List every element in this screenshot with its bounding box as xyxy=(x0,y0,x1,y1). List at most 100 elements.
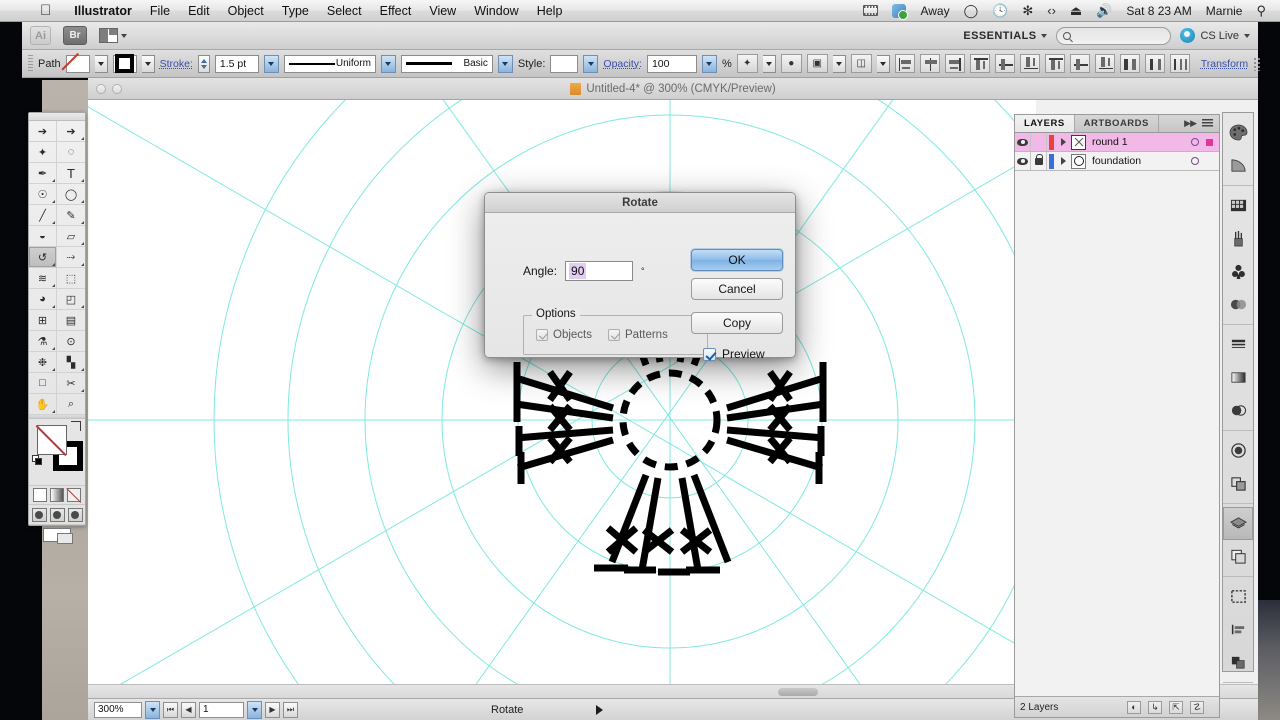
menu-item-object[interactable]: Object xyxy=(219,0,273,22)
stroke-color-swatch[interactable] xyxy=(112,54,137,73)
create-new-layer-icon[interactable]: ⇱ xyxy=(1169,700,1183,714)
opacity-input[interactable]: 100 xyxy=(646,54,697,73)
menu-item-illustrator[interactable]: Illustrator xyxy=(65,0,141,22)
type-tool[interactable]: T xyxy=(57,163,85,184)
preview-checkbox[interactable] xyxy=(703,347,716,361)
align-bottom-icon[interactable] xyxy=(1019,54,1040,73)
layer-lock-toggle[interactable] xyxy=(1031,152,1047,170)
pencil-tool[interactable]: ✎ xyxy=(57,205,85,226)
layer-expand-arrow[interactable] xyxy=(1061,138,1066,146)
status-menu-arrow[interactable] xyxy=(596,704,604,715)
page-number-input[interactable]: 1 xyxy=(199,701,244,718)
away-status-label[interactable]: Away xyxy=(914,4,955,18)
distribute-top-icon[interactable] xyxy=(1044,54,1065,73)
zoom-level-input[interactable]: 300% xyxy=(94,701,142,718)
menu-item-select[interactable]: Select xyxy=(318,0,371,22)
sync-icon[interactable] xyxy=(886,3,912,20)
color-mode-icon[interactable] xyxy=(33,488,47,502)
magic-wand-tool[interactable]: ✦ xyxy=(29,142,57,163)
symbol-sprayer-tool[interactable]: ❉ xyxy=(29,352,57,373)
none-mode-icon[interactable] xyxy=(67,488,81,502)
distribute-right-icon[interactable] xyxy=(1169,54,1190,73)
distribute-horizontal-center-icon[interactable] xyxy=(1144,54,1165,73)
artboards-panel-icon[interactable] xyxy=(1223,540,1253,573)
apple-icon[interactable]:  xyxy=(40,3,51,18)
document-info-icon[interactable] xyxy=(1223,646,1253,679)
arrange-documents-icon[interactable] xyxy=(99,28,127,43)
make-clipping-mask-icon[interactable]: ◐ xyxy=(1127,700,1141,714)
stroke-weight-stepper[interactable] xyxy=(197,54,210,73)
stroke-swatch-dropdown[interactable] xyxy=(141,54,155,73)
copy-button[interactable]: Copy xyxy=(691,312,783,334)
select-similar-icon[interactable]: ✦ xyxy=(736,54,758,73)
tab-layers[interactable]: LAYERS xyxy=(1015,115,1075,132)
align-center-horizontal-icon[interactable] xyxy=(919,54,940,73)
panel-menu-icon[interactable] xyxy=(1202,119,1213,128)
brush-definition-preview[interactable]: Basic xyxy=(400,54,493,73)
direct-selection-tool[interactable]: ➔ xyxy=(57,121,85,142)
menu-item-help[interactable]: Help xyxy=(528,0,572,22)
objects-checkbox[interactable] xyxy=(536,329,548,341)
slice-tool[interactable]: ✂ xyxy=(57,373,85,394)
select-similar-dropdown[interactable] xyxy=(762,54,776,73)
blob-brush-tool[interactable]: ◒ xyxy=(29,226,57,247)
fill-swatch-none[interactable] xyxy=(37,425,67,455)
layer-visibility-toggle[interactable] xyxy=(1015,152,1031,170)
transparency-panel-icon[interactable] xyxy=(1223,394,1253,427)
stroke-profile-dropdown[interactable] xyxy=(380,54,396,73)
opacity-dropdown[interactable] xyxy=(701,54,717,73)
gradient-tool[interactable]: ▤ xyxy=(57,310,85,331)
previous-page-icon[interactable]: ◀ xyxy=(181,701,196,718)
document-setup-icon[interactable]: ◫ xyxy=(850,54,872,73)
eyedropper-tool[interactable]: ⚗ xyxy=(29,331,57,352)
menu-item-view[interactable]: View xyxy=(420,0,465,22)
objects-checkbox-row[interactable]: Objects xyxy=(536,329,592,341)
align-top-icon[interactable] xyxy=(969,54,990,73)
zoom-tool[interactable]: ⌕ xyxy=(57,394,85,415)
fill-color-swatch[interactable] xyxy=(65,54,90,73)
angle-input[interactable]: 90 xyxy=(565,261,634,281)
layer-name-label[interactable]: foundation xyxy=(1092,155,1191,167)
page-dropdown[interactable] xyxy=(247,700,262,719)
preview-checkbox-row[interactable]: Preview xyxy=(703,347,765,361)
gradient-mode-icon[interactable] xyxy=(50,488,64,502)
layer-expand-arrow[interactable] xyxy=(1061,157,1066,165)
appearance-panel-icon[interactable] xyxy=(1223,434,1253,467)
scale-tool[interactable]: ⤑ xyxy=(57,247,85,268)
blend-tool[interactable]: ⊙ xyxy=(57,331,85,352)
layer-target-indicator[interactable] xyxy=(1191,157,1199,165)
rotate-tool[interactable]: ↺ xyxy=(29,247,57,268)
document-setup-dropdown[interactable] xyxy=(876,54,890,73)
paintbrush-tool[interactable]: ╱ xyxy=(29,205,57,226)
eject-icon[interactable]: ⏏ xyxy=(1064,3,1088,19)
control-bar-overflow[interactable] xyxy=(1253,56,1263,71)
layers-panel-icon[interactable] xyxy=(1223,507,1253,540)
control-bar-grip[interactable] xyxy=(28,54,33,73)
move-arrows-icon[interactable]: ✻ xyxy=(1016,3,1039,19)
graphic-styles-panel-icon[interactable] xyxy=(1223,288,1253,321)
ok-button[interactable]: OK xyxy=(691,249,783,271)
menu-item-window[interactable]: Window xyxy=(465,0,527,22)
menu-item-file[interactable]: File xyxy=(141,0,179,22)
eraser-tool[interactable]: ▱ xyxy=(57,226,85,247)
chat-bubble-icon[interactable]: ◯ xyxy=(958,3,985,19)
last-page-icon[interactable]: ⏭ xyxy=(283,701,298,718)
cs-live-button[interactable]: CS Live xyxy=(1180,28,1250,43)
brush-dropdown[interactable] xyxy=(497,54,513,73)
color-guide-icon[interactable] xyxy=(1223,149,1253,182)
artboard-tool[interactable]: □ xyxy=(29,373,57,394)
artboard-options-icon[interactable]: ▣ xyxy=(806,54,828,73)
toolbox-drag-handle[interactable] xyxy=(29,113,85,121)
document-tab[interactable]: Untitled-4* @ 300% (CMYK/Preview) xyxy=(88,82,1258,95)
stroke-panel-icon[interactable] xyxy=(1223,328,1253,361)
speaker-icon[interactable]: 🔊 xyxy=(1090,3,1118,19)
layer-lock-toggle[interactable] xyxy=(1031,133,1047,151)
stroke-weight-dropdown[interactable] xyxy=(263,54,279,73)
fill-swatch-dropdown[interactable] xyxy=(94,54,108,73)
create-new-sublayer-icon[interactable]: ↳ xyxy=(1148,700,1162,714)
draw-behind-icon[interactable] xyxy=(49,507,65,522)
opacity-label[interactable]: Opacity: xyxy=(603,58,642,70)
delete-selection-icon[interactable]: ☡ xyxy=(1190,700,1204,714)
draw-inside-icon[interactable] xyxy=(67,507,83,522)
table-row[interactable]: round 1 xyxy=(1015,133,1219,152)
